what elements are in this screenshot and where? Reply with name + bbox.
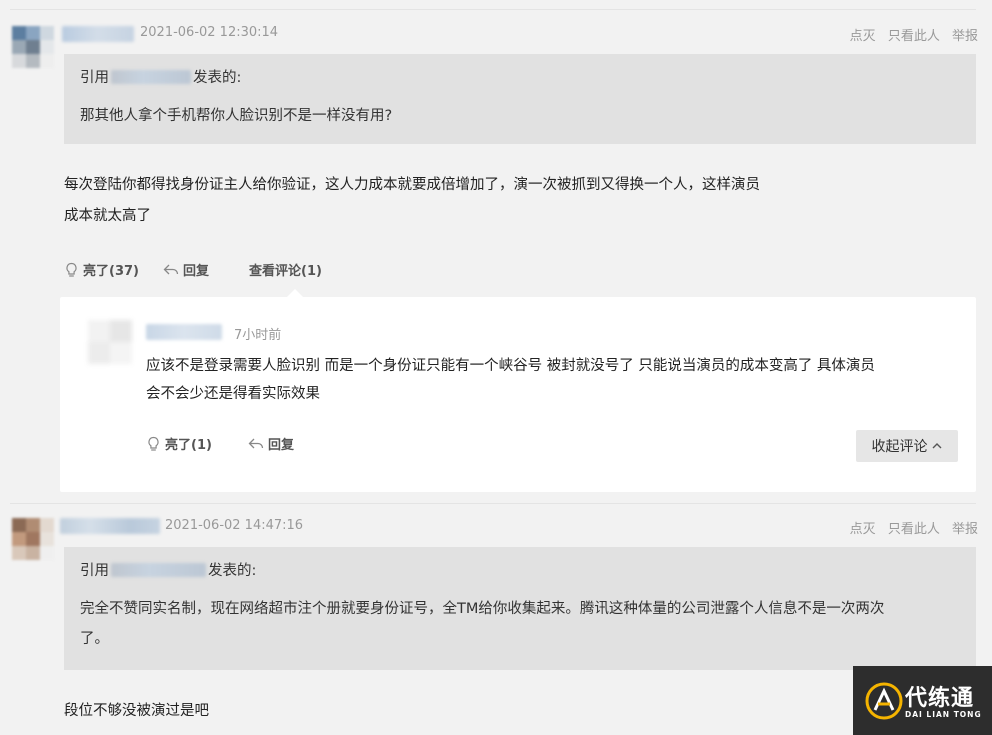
- username-blurred[interactable]: [62, 26, 134, 42]
- quote-text: 那其他人拿个手机帮你人脸识别不是一样没有用?: [80, 108, 393, 124]
- reply-label: 回复: [182, 264, 209, 279]
- sub-reply-label: 回复: [267, 438, 294, 453]
- like-count: 亮了(37): [83, 264, 139, 279]
- reply-button[interactable]: 回复: [163, 260, 209, 279]
- sub-comment-line: 应该不是登录需要人脸识别 而是一个身份证只能有一个峡谷号 被封就没号了 只能说当…: [146, 358, 875, 374]
- report-link[interactable]: 举报: [952, 29, 978, 44]
- sub-like-button[interactable]: 亮了(1): [146, 434, 212, 453]
- quote-citation: 引用 发表的:: [80, 559, 960, 580]
- like-button[interactable]: 亮了(37): [64, 260, 139, 279]
- quote-cite-prefix: 引用: [80, 563, 109, 579]
- quote-text-line: 完全不赞同实名制，现在网络超市注个册就要身份证号，全TM给你收集起来。腾讯这种体…: [80, 601, 885, 617]
- post-timestamp: 2021-06-02 12:30:14: [140, 25, 279, 40]
- post-body: 段位不够没被演过是吧: [64, 696, 844, 727]
- post-body-line: 每次登陆你都得找身份证主人给你验证，这人力成本就要成倍增加了，演一次被抓到又得换…: [64, 177, 760, 193]
- collapse-label: 收起评论: [871, 439, 928, 455]
- view-comments-button[interactable]: 查看评论(1): [249, 260, 322, 279]
- lightbulb-icon: [148, 436, 159, 451]
- post-body-line: 段位不够没被演过是吧: [64, 703, 209, 719]
- sub-reply-button[interactable]: 回复: [248, 434, 294, 453]
- post-body-line: 成本就太高了: [64, 208, 151, 224]
- sub-like-count: 亮了(1): [165, 438, 212, 453]
- watermark-logo: 代练通 DAI LIAN TONG: [853, 666, 992, 735]
- quote-block: 引用 发表的: 那其他人拿个手机帮你人脸识别不是一样没有用?: [64, 54, 976, 144]
- post-body: 每次登陆你都得找身份证主人给你验证，这人力成本就要成倍增加了，演一次被抓到又得换…: [64, 170, 844, 232]
- quote-cite-prefix: 引用: [80, 70, 109, 86]
- avatar[interactable]: [12, 26, 54, 68]
- post-divider-top: [10, 9, 976, 10]
- quote-text-line: 了。: [80, 631, 109, 647]
- sub-panel-pointer: [286, 289, 304, 298]
- sub-comment-line: 会不会少还是得看实际效果: [146, 386, 320, 402]
- quoted-username-blurred[interactable]: [111, 69, 191, 84]
- logo-text: 代练通: [905, 686, 975, 711]
- only-this-user-link[interactable]: 只看此人: [888, 522, 940, 537]
- dislike-link[interactable]: 点灭: [850, 29, 876, 44]
- sub-comment-time: 7小时前: [234, 328, 282, 343]
- username-blurred[interactable]: [60, 518, 160, 534]
- view-comments-label: 查看评论(1): [249, 264, 322, 279]
- quote-cite-suffix: 发表的:: [193, 70, 242, 86]
- dislike-link[interactable]: 点灭: [850, 522, 876, 537]
- chevron-up-icon: [932, 443, 941, 449]
- avatar[interactable]: [12, 518, 54, 560]
- post-timestamp: 2021-06-02 14:47:16: [165, 518, 304, 533]
- lightbulb-icon: [66, 262, 77, 277]
- logo-emblem-icon: [865, 682, 903, 720]
- only-this-user-link[interactable]: 只看此人: [888, 29, 940, 44]
- logo-subtext: DAI LIAN TONG: [905, 710, 982, 719]
- quote-text: 完全不赞同实名制，现在网络超市注个册就要身份证号，全TM给你收集起来。腾讯这种体…: [80, 594, 960, 654]
- quote-citation: 引用 发表的:: [80, 66, 960, 87]
- collapse-comments-button[interactable]: 收起评论: [856, 430, 958, 462]
- post-action-bar: 亮了(37) 回复 查看评论(1): [64, 260, 346, 279]
- post-actions: 点灭 只看此人 举报: [842, 518, 978, 537]
- post-actions: 点灭 只看此人 举报: [842, 25, 978, 44]
- sub-comment-avatar[interactable]: [88, 320, 132, 364]
- sub-comment-action-bar: 亮了(1) 回复: [146, 434, 318, 453]
- post-divider: [10, 503, 976, 504]
- sub-comment-username-blurred[interactable]: [146, 324, 222, 340]
- quote-block: 引用 发表的: 完全不赞同实名制，现在网络超市注个册就要身份证号，全TM给你收集…: [64, 547, 976, 670]
- report-link[interactable]: 举报: [952, 522, 978, 537]
- quoted-username-blurred[interactable]: [111, 562, 206, 577]
- quote-cite-suffix: 发表的:: [208, 563, 257, 579]
- sub-comment-body: 应该不是登录需要人脸识别 而是一个身份证只能有一个峡谷号 被封就没号了 只能说当…: [146, 352, 956, 408]
- reply-arrow-icon: [163, 264, 179, 274]
- reply-arrow-icon: [248, 438, 264, 448]
